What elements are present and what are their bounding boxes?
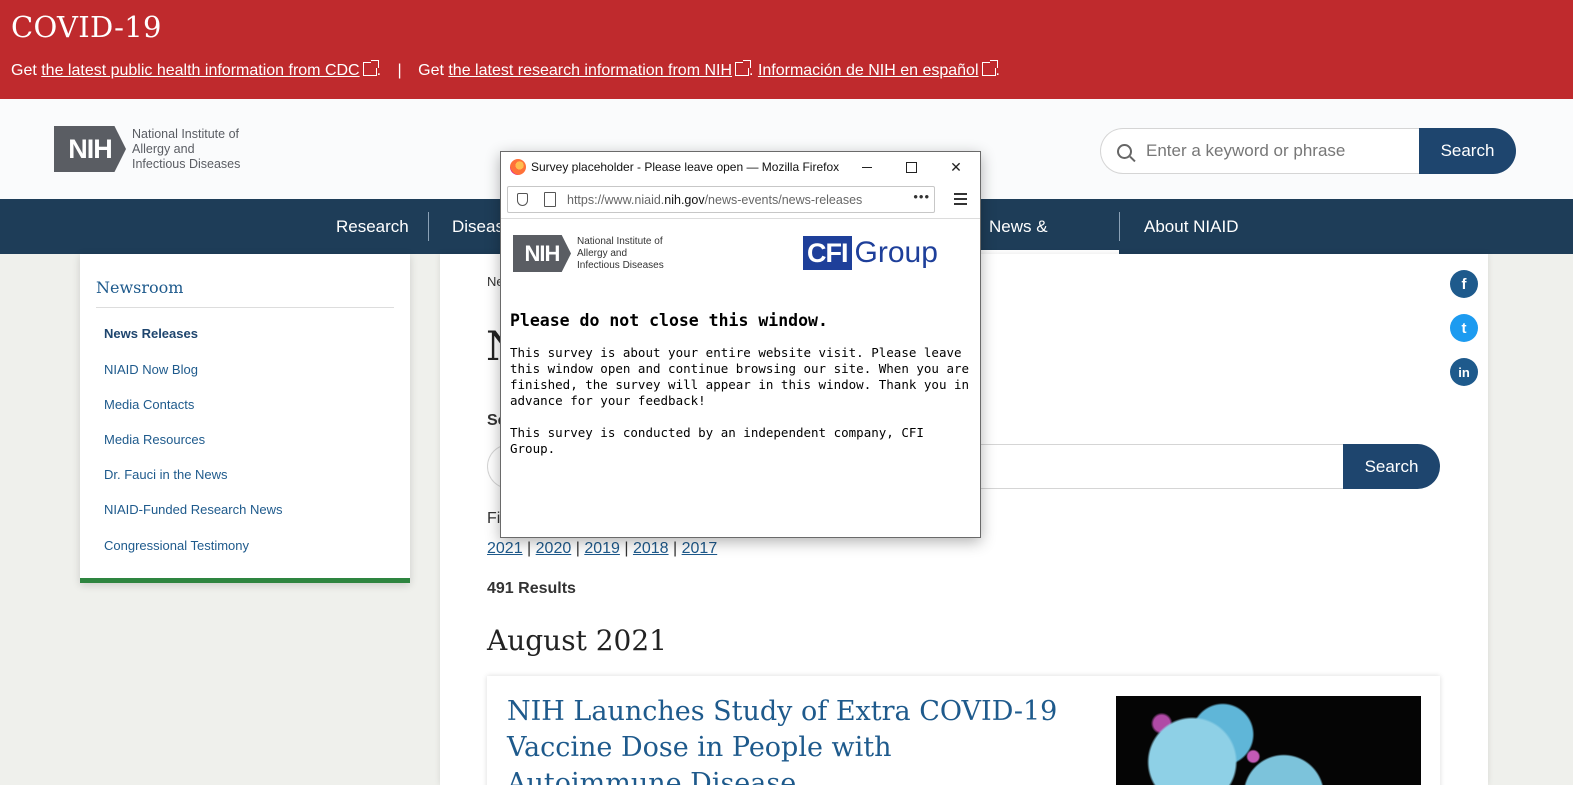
external-link-icon <box>735 60 752 76</box>
year-link[interactable]: 2020 <box>536 540 572 557</box>
cdc-link[interactable]: the latest public health information fro… <box>41 62 359 79</box>
article-image[interactable] <box>1116 696 1421 785</box>
popup-divider <box>501 218 980 219</box>
facebook-icon[interactable]: f <box>1450 270 1478 298</box>
nih-logo-mark: NIH <box>54 126 126 172</box>
page-actions-icon[interactable]: ••• <box>913 189 930 204</box>
twitter-icon[interactable]: t <box>1450 314 1478 342</box>
survey-popup-window: Survey placeholder - Please leave open —… <box>500 151 981 538</box>
sidebar-item-testimony[interactable]: Congressional Testimony <box>104 538 249 553</box>
menu-icon[interactable] <box>954 193 967 205</box>
year-link[interactable]: 2019 <box>584 540 620 557</box>
maximize-icon[interactable] <box>900 156 922 178</box>
external-link-icon <box>981 60 998 76</box>
year-link[interactable]: 2017 <box>682 540 718 557</box>
year-filter: 2021 | 2020 | 2019 | 2018 | 2017 <box>487 540 718 557</box>
logo-text: National Institute of Allergy and Infect… <box>132 126 241 171</box>
nav-news-events[interactable]: News & Events <box>965 199 1119 291</box>
results-count: 491 Results <box>487 580 576 597</box>
popup-heading: Please do not close this window. <box>510 311 828 330</box>
month-heading: August 2021 <box>487 624 667 657</box>
sidebar-item-fauci[interactable]: Dr. Fauci in the News <box>104 467 228 482</box>
newsroom-sidebar: Newsroom News Releases NIAID Now Blog Me… <box>80 254 410 583</box>
header-search: Search <box>1100 128 1516 174</box>
external-link-icon <box>362 60 379 76</box>
filter-label: Fi <box>487 510 501 527</box>
linkedin-icon[interactable]: in <box>1450 358 1478 386</box>
firefox-icon <box>510 159 526 175</box>
minimize-icon[interactable] <box>856 156 878 178</box>
shield-icon[interactable] <box>517 193 528 206</box>
popup-paragraph: This survey is conducted by an independe… <box>510 425 924 456</box>
sidebar-divider <box>96 307 394 308</box>
popup-url[interactable]: https://www.niaid.nih.gov/news-events/ne… <box>567 193 862 207</box>
covid-title: COVID-19 <box>11 10 162 44</box>
article-title[interactable]: NIH Launches Study of Extra COVID-19 Vac… <box>507 694 1067 785</box>
niaid-logo[interactable]: NIH National Institute of Allergy and In… <box>54 126 240 172</box>
year-link[interactable]: 2018 <box>633 540 669 557</box>
sidebar-item-news-releases[interactable]: News Releases <box>104 326 198 341</box>
year-link[interactable]: 2021 <box>487 540 523 557</box>
nih-research-link[interactable]: the latest research information from NIH <box>448 62 732 79</box>
nav-about[interactable]: About NIAID <box>1120 199 1263 254</box>
nih-logo-mark: NIH <box>513 235 571 272</box>
popup-title: Survey placeholder - Please leave open —… <box>531 160 840 174</box>
nav-research[interactable]: Research <box>312 199 433 254</box>
header-search-button[interactable]: Search <box>1419 128 1516 174</box>
sidebar-item-blog[interactable]: NIAID Now Blog <box>104 362 198 377</box>
page-icon[interactable] <box>544 192 556 207</box>
popup-nih-logo: NIH National Institute of Allergy and In… <box>513 235 664 272</box>
popup-url-bar[interactable]: https://www.niaid.nih.gov/news-events/ne… <box>507 186 935 213</box>
popup-paragraph: This survey is about your entire website… <box>510 345 970 408</box>
nih-spanish-link[interactable]: Información de NIH en español <box>758 62 979 79</box>
popup-titlebar[interactable]: Survey placeholder - Please leave open —… <box>501 152 980 182</box>
covid-banner: COVID-19 Get the latest public health in… <box>0 0 1573 99</box>
sidebar-item-funded-research[interactable]: NIAID-Funded Research News <box>104 502 282 517</box>
cfi-group-logo: CFI Group <box>803 236 938 270</box>
header-search-field[interactable] <box>1100 128 1419 174</box>
covid-links: Get the latest public health information… <box>11 60 1000 79</box>
sidebar-item-media-resources[interactable]: Media Resources <box>104 432 205 447</box>
header-search-input[interactable] <box>1146 141 1396 161</box>
news-article-card[interactable]: NIH Launches Study of Extra COVID-19 Vac… <box>487 676 1440 785</box>
news-search-button[interactable]: Search <box>1343 444 1440 489</box>
sidebar-title[interactable]: Newsroom <box>96 278 183 297</box>
sidebar-item-media-contacts[interactable]: Media Contacts <box>104 397 194 412</box>
search-icon <box>1117 143 1132 159</box>
close-icon[interactable]: ✕ <box>945 156 967 178</box>
